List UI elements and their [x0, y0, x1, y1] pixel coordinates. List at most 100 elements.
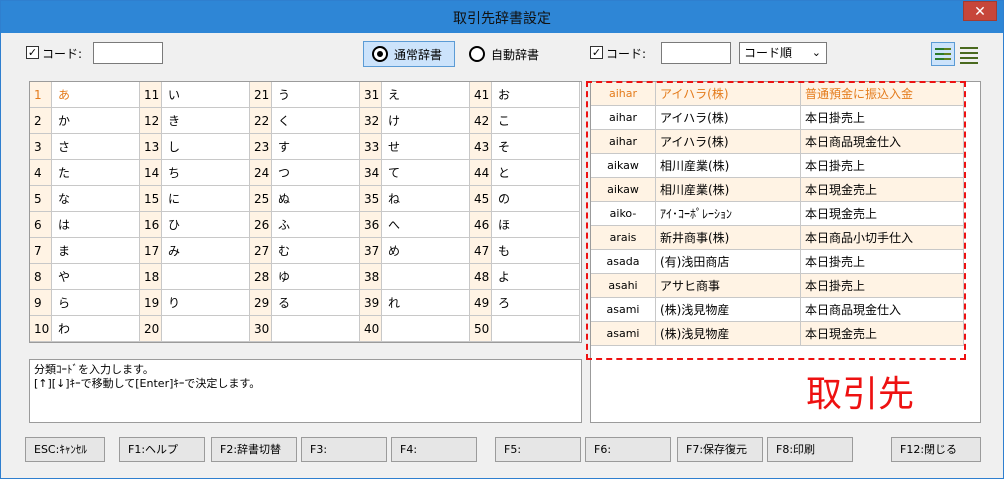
kana-number: 1: [30, 82, 52, 107]
kana-char: た: [58, 166, 71, 180]
kana-cell[interactable]: 12 き: [140, 108, 250, 134]
kana-cell[interactable]: 24 つ: [250, 160, 360, 186]
kana-cell[interactable]: 11 い: [140, 82, 250, 108]
kana-cell[interactable]: 37 め: [360, 238, 470, 264]
close-button[interactable]: ✕: [963, 1, 997, 21]
right-code-input[interactable]: [661, 42, 731, 64]
right-code-checkbox[interactable]: ✓: [590, 46, 603, 59]
right-code-label: コード:: [606, 47, 647, 61]
kana-cell[interactable]: 29 る: [250, 290, 360, 316]
kana-char: ゆ: [278, 270, 291, 284]
grid-view-icon[interactable]: [931, 42, 955, 66]
left-code-input[interactable]: [93, 42, 163, 64]
kana-char: ほ: [498, 218, 511, 232]
kana-cell[interactable]: 31 え: [360, 82, 470, 108]
kana-number: 38: [360, 264, 382, 289]
fkey-button[interactable]: F8:印刷: [767, 437, 853, 462]
kana-cell[interactable]: 3さ: [30, 134, 140, 160]
kana-cell[interactable]: 34 て: [360, 160, 470, 186]
kana-cell[interactable]: 41 お: [470, 82, 580, 108]
kana-cell[interactable]: 1あ: [30, 82, 140, 108]
kana-cell[interactable]: 15 に: [140, 186, 250, 212]
fkey-button[interactable]: F4:: [391, 437, 477, 462]
kana-cell[interactable]: 6は: [30, 212, 140, 238]
kana-cell[interactable]: 10 わ: [30, 316, 140, 342]
kana-char: せ: [388, 140, 401, 154]
kana-char: け: [388, 114, 401, 128]
kana-cell[interactable]: 39 れ: [360, 290, 470, 316]
kana-cell[interactable]: 4た: [30, 160, 140, 186]
kana-cell[interactable]: 44 と: [470, 160, 580, 186]
fkey-button[interactable]: F5:: [495, 437, 581, 462]
kana-cell[interactable]: 13 し: [140, 134, 250, 160]
list-view-icon[interactable]: [957, 42, 981, 66]
kana-cell[interactable]: 50: [470, 316, 580, 342]
radio-off-icon: [469, 46, 485, 62]
kana-cell[interactable]: 21 う: [250, 82, 360, 108]
kana-cell[interactable]: 36 へ: [360, 212, 470, 238]
kana-cell[interactable]: 14 ち: [140, 160, 250, 186]
kana-char: は: [58, 218, 71, 232]
kana-number: 48: [470, 264, 492, 289]
kana-cell[interactable]: 26 ふ: [250, 212, 360, 238]
kana-cell[interactable]: 40: [360, 316, 470, 342]
kana-cell[interactable]: 38: [360, 264, 470, 290]
kana-char: す: [278, 140, 291, 154]
kana-char: に: [168, 192, 181, 206]
kana-char: わ: [58, 322, 71, 336]
sort-order-select[interactable]: コード順 ⌄: [739, 42, 827, 64]
kana-char: み: [168, 244, 181, 258]
kana-cell[interactable]: 48 よ: [470, 264, 580, 290]
kana-cell[interactable]: 2か: [30, 108, 140, 134]
kana-number: 41: [470, 82, 492, 107]
sort-order-value: コード順: [744, 46, 793, 60]
kana-char: お: [498, 88, 511, 102]
kana-cell[interactable]: 33 せ: [360, 134, 470, 160]
left-code-checkbox[interactable]: ✓: [26, 46, 39, 59]
kana-cell[interactable]: 5な: [30, 186, 140, 212]
chevron-down-icon: ⌄: [811, 46, 821, 59]
fkey-button[interactable]: F12:閉じる: [891, 437, 981, 462]
kana-cell[interactable]: 23 す: [250, 134, 360, 160]
kana-cell[interactable]: 28 ゆ: [250, 264, 360, 290]
kana-cell[interactable]: 27 む: [250, 238, 360, 264]
kana-cell[interactable]: 47 も: [470, 238, 580, 264]
kana-cell[interactable]: 16 ひ: [140, 212, 250, 238]
kana-cell[interactable]: 18: [140, 264, 250, 290]
kana-cell[interactable]: 7ま: [30, 238, 140, 264]
kana-cell[interactable]: 32 け: [360, 108, 470, 134]
kana-number: 27: [250, 238, 272, 263]
radio-normal-dictionary[interactable]: 通常辞書: [372, 41, 442, 67]
kana-number: 8: [30, 264, 52, 289]
kana-char: ふ: [278, 218, 291, 232]
title-bar: 取引先辞書設定 ✕: [1, 1, 1003, 33]
fkey-button[interactable]: ESC:ｷｬﾝｾﾙ: [25, 437, 105, 462]
kana-cell[interactable]: 9ら: [30, 290, 140, 316]
radio-auto-dictionary[interactable]: 自動辞書: [469, 41, 539, 67]
fkey-button[interactable]: F7:保存復元: [677, 437, 763, 462]
kana-cell[interactable]: 8や: [30, 264, 140, 290]
kana-cell[interactable]: 43 そ: [470, 134, 580, 160]
kana-cell[interactable]: 20: [140, 316, 250, 342]
kana-cell[interactable]: 35 ね: [360, 186, 470, 212]
kana-cell[interactable]: 42 こ: [470, 108, 580, 134]
kana-cell[interactable]: 25 ぬ: [250, 186, 360, 212]
kana-number: 40: [360, 316, 382, 341]
kana-cell[interactable]: 19 り: [140, 290, 250, 316]
kana-number: 18: [140, 264, 162, 289]
kana-number: 32: [360, 108, 382, 133]
fkey-button[interactable]: F3:: [301, 437, 387, 462]
kana-number: 31: [360, 82, 382, 107]
kana-char: も: [498, 244, 511, 258]
kana-cell[interactable]: 46 ほ: [470, 212, 580, 238]
kana-cell[interactable]: 22 く: [250, 108, 360, 134]
radio-auto-label: 自動辞書: [491, 47, 540, 62]
kana-cell[interactable]: 49 ろ: [470, 290, 580, 316]
fkey-button[interactable]: F6:: [585, 437, 671, 462]
kana-cell[interactable]: 45 の: [470, 186, 580, 212]
kana-cell[interactable]: 17 み: [140, 238, 250, 264]
kana-number: 47: [470, 238, 492, 263]
kana-cell[interactable]: 30: [250, 316, 360, 342]
fkey-button[interactable]: F2:辞書切替: [211, 437, 297, 462]
fkey-button[interactable]: F1:ヘルプ: [119, 437, 205, 462]
